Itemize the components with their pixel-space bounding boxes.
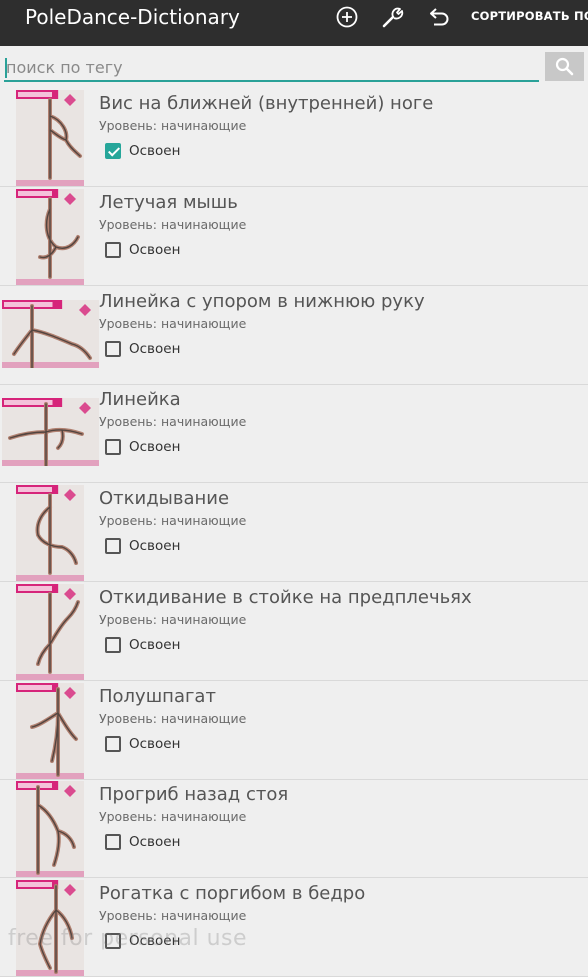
move-list-item[interactable]: Полушпагат Уровень: начинающие Освоен	[0, 681, 588, 780]
move-list-item[interactable]: Летучая мышь Уровень: начинающие Освоен	[0, 187, 588, 286]
move-name: Летучая мышь	[99, 192, 238, 213]
move-name: Полушпагат	[99, 686, 216, 707]
mastered-checkbox[interactable]	[105, 834, 121, 850]
mastered-toggle[interactable]: Освоен	[105, 239, 180, 261]
mastered-label: Освоен	[129, 143, 181, 159]
mastered-checkbox[interactable]	[105, 143, 121, 159]
watermark: free for personal use	[8, 926, 248, 951]
search-button[interactable]	[545, 52, 584, 81]
mastered-toggle[interactable]: Освоен	[105, 831, 180, 853]
move-level: Уровень: начинающие	[99, 118, 247, 133]
mastered-toggle[interactable]: Освоен	[105, 733, 180, 755]
search-icon	[555, 57, 574, 76]
mastered-checkbox[interactable]	[105, 736, 121, 752]
move-level: Уровень: начинающие	[99, 513, 247, 528]
move-thumbnail-image	[2, 398, 99, 466]
search-bar	[0, 46, 588, 88]
mastered-label: Освоен	[129, 341, 181, 357]
move-thumbnail-image	[2, 300, 99, 368]
move-level: Уровень: начинающие	[99, 612, 247, 627]
mastered-label: Освоен	[129, 538, 181, 554]
mastered-checkbox[interactable]	[105, 439, 121, 455]
mastered-checkbox[interactable]	[105, 242, 121, 258]
move-list-item[interactable]: Линейка с упором в нижнюю руку Уровень: н…	[0, 286, 588, 385]
move-name: Линейка	[99, 389, 181, 410]
mastered-toggle[interactable]: Освоен	[105, 436, 180, 458]
move-list-item[interactable]: Откидывание Уровень: начинающие Освоен	[0, 483, 588, 582]
move-thumbnail-image	[16, 781, 84, 877]
mastered-label: Освоен	[129, 242, 181, 258]
mastered-checkbox[interactable]	[105, 341, 121, 357]
mastered-checkbox[interactable]	[105, 538, 121, 554]
move-name: Откидывание	[99, 488, 230, 509]
move-list-item[interactable]: Откидивание в стойке на предплечьях Урове…	[0, 582, 588, 681]
add-circle-icon[interactable]	[334, 4, 360, 30]
move-name: Линейка с упором в нижнюю руку	[99, 291, 425, 312]
move-list-item[interactable]: Вис на ближней (внутренней) ноге Уровень:…	[0, 88, 588, 187]
move-list-item[interactable]: Линейка Уровень: начинающие Освоен	[0, 384, 588, 483]
mastered-toggle[interactable]: Освоен	[105, 634, 180, 656]
move-name: Откидивание в стойке на предплечьях	[99, 587, 472, 608]
move-level: Уровень: начинающие	[99, 908, 247, 923]
mastered-checkbox[interactable]	[105, 637, 121, 653]
move-list-item[interactable]: Прогриб назад стоя Уровень: начинающие Осв…	[0, 779, 588, 878]
move-name: Вис на ближней (внутренней) ноге	[99, 93, 434, 114]
move-level: Уровень: начинающие	[99, 217, 247, 232]
move-level: Уровень: начинающие	[99, 414, 247, 429]
move-thumbnail-image	[16, 584, 84, 680]
move-thumbnail-image	[16, 683, 84, 779]
mastered-toggle[interactable]: Освоен	[105, 338, 180, 360]
move-level: Уровень: начинающие	[99, 316, 247, 331]
move-level: Уровень: начинающие	[99, 809, 247, 824]
mastered-label: Освоен	[129, 439, 181, 455]
sort-menu-button[interactable]: СОРТИРОВАТЬ ПО:	[471, 9, 588, 23]
undo-icon[interactable]	[427, 4, 453, 30]
move-thumbnail-image	[16, 90, 84, 186]
mastered-label: Освоен	[129, 637, 181, 653]
tag-search-input[interactable]	[4, 54, 539, 82]
move-name: Прогриб назад стоя	[99, 784, 289, 805]
text-cursor	[5, 58, 7, 78]
mastered-toggle[interactable]: Освоен	[105, 140, 180, 162]
app-title: PoleDance-Dictionary	[25, 5, 240, 29]
action-bar: PoleDance-Dictionary СОРТИРОВАТЬ ПО:	[0, 0, 588, 46]
move-thumbnail-image	[16, 485, 84, 581]
move-thumbnail-image	[16, 189, 84, 285]
move-name: Рогатка с поргибом в бедро	[99, 883, 366, 904]
mastered-toggle[interactable]: Освоен	[105, 535, 180, 557]
mastered-label: Освоен	[129, 834, 181, 850]
wrench-icon[interactable]	[380, 4, 406, 30]
mastered-label: Освоен	[129, 736, 181, 752]
move-level: Уровень: начинающие	[99, 711, 247, 726]
